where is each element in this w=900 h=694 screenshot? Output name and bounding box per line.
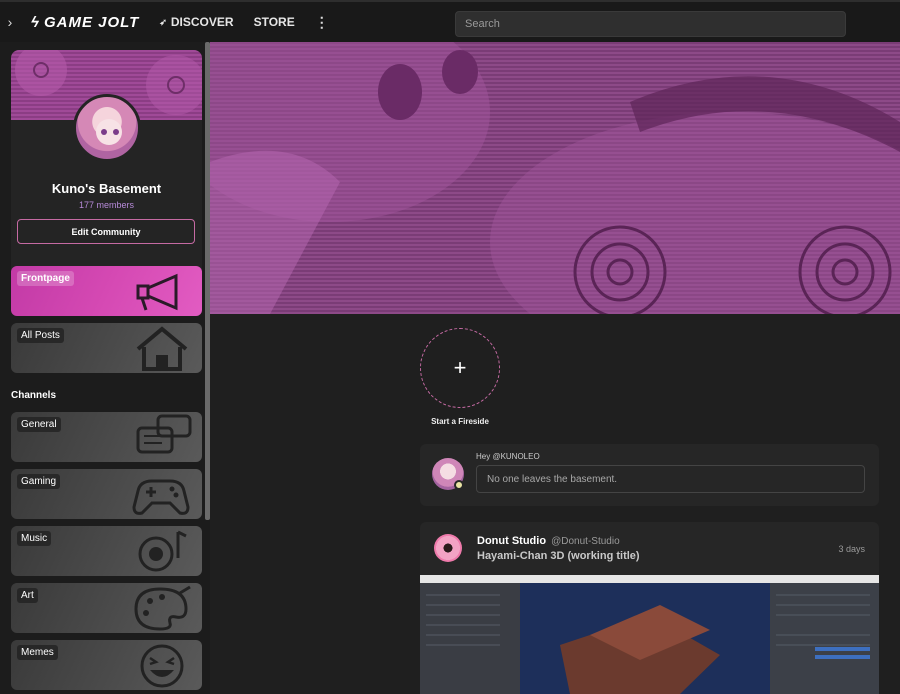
channel-label: General xyxy=(17,417,61,432)
composer-greeting: Hey @KUNOLEO xyxy=(476,452,540,461)
channel-frontpage[interactable]: Frontpage xyxy=(11,266,202,316)
search-box[interactable] xyxy=(455,11,846,37)
compose-input[interactable]: No one leaves the basement. xyxy=(476,465,865,493)
megaphone-icon xyxy=(136,273,178,311)
author-handle[interactable]: @Donut-Studio xyxy=(551,536,620,547)
channel-all-posts[interactable]: All Posts xyxy=(11,323,202,373)
community-sidebar: Kuno's Basement 177 members Edit Communi… xyxy=(0,42,210,694)
member-count[interactable]: 177 members xyxy=(11,200,202,210)
channel-label: All Posts xyxy=(17,328,64,343)
channel-label: Gaming xyxy=(17,474,61,489)
nav-store-label: STORE xyxy=(253,15,295,29)
community-card: Kuno's Basement 177 members Edit Communi… xyxy=(11,50,202,293)
channel-memes[interactable]: Memes xyxy=(11,640,202,690)
community-header-banner xyxy=(210,42,900,314)
search-input[interactable] xyxy=(465,18,836,30)
banner-artwork xyxy=(210,42,900,314)
post-author[interactable]: Donut Studio @Donut-Studio xyxy=(477,535,620,547)
gamepad-icon xyxy=(132,479,190,515)
feed-post[interactable]: Donut Studio @Donut-Studio Hayami-Chan 3… xyxy=(420,522,879,694)
community-name[interactable]: Kuno's Basement xyxy=(11,181,202,196)
post-composer: Hey @KUNOLEO No one leaves the basement. xyxy=(420,444,879,506)
fireside-label: Start a Fireside xyxy=(431,417,489,426)
game-jolt-logo[interactable]: ϟ GAME JOLT xyxy=(31,14,139,31)
sidebar-toggle-icon[interactable]: › xyxy=(3,14,17,30)
community-avatar[interactable] xyxy=(73,94,141,162)
channel-general[interactable]: General xyxy=(11,412,202,462)
channel-art[interactable]: Art xyxy=(11,583,202,633)
channel-label: Music xyxy=(17,531,52,546)
nav-discover[interactable]: ➶ DISCOVER xyxy=(159,15,233,29)
nav-store[interactable]: STORE xyxy=(254,15,295,29)
top-bar: › ϟ GAME JOLT ➶ DISCOVER STORE ⋮ xyxy=(0,0,900,42)
editor-screenshot xyxy=(420,575,879,694)
channel-label: Memes xyxy=(17,645,58,660)
verified-badge-icon xyxy=(454,480,464,490)
laughing-face-icon xyxy=(140,644,184,688)
post-game-title[interactable]: Hayami-Chan 3D (working title) xyxy=(477,550,640,562)
post-timestamp[interactable]: 3 days xyxy=(838,544,865,554)
post-screenshot[interactable] xyxy=(420,575,879,694)
chat-bubbles-icon xyxy=(136,414,192,454)
channel-music[interactable]: Music xyxy=(11,526,202,576)
palette-icon xyxy=(134,585,191,631)
logo-text: GAME JOLT xyxy=(43,13,140,31)
post-author-avatar[interactable] xyxy=(434,534,462,562)
channel-label: Frontpage xyxy=(17,271,74,286)
channel-gaming[interactable]: Gaming xyxy=(11,469,202,519)
more-vertical-icon[interactable]: ⋮ xyxy=(315,14,329,31)
plus-icon: + xyxy=(453,355,467,380)
rocket-icon: ➶ xyxy=(159,16,167,27)
edit-community-button[interactable]: Edit Community xyxy=(17,219,195,244)
channel-label: Art xyxy=(17,588,38,603)
bolt-icon: ϟ xyxy=(31,13,40,31)
home-icon xyxy=(136,326,188,371)
channels-heading: Channels xyxy=(11,390,57,401)
start-fireside-button[interactable]: + xyxy=(420,328,500,408)
author-name[interactable]: Donut Studio xyxy=(477,535,546,547)
nav-discover-label: DISCOVER xyxy=(170,15,234,29)
music-speaker-icon xyxy=(138,530,187,572)
